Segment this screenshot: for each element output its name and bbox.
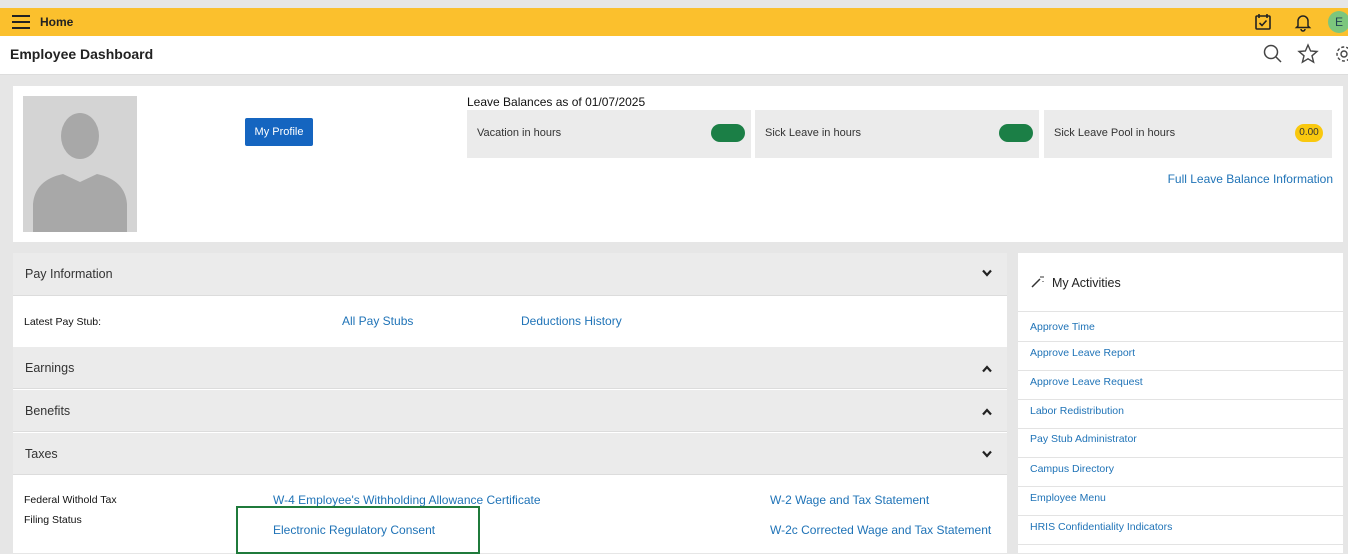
earnings-header[interactable]: Earnings bbox=[13, 347, 1007, 389]
home-link[interactable]: Home bbox=[40, 15, 73, 29]
activity-item[interactable]: Approve Leave Report bbox=[1018, 341, 1343, 371]
my-activities-title: My Activities bbox=[1052, 276, 1121, 290]
profile-panel: My Profile Leave Balances as of 01/07/20… bbox=[13, 86, 1343, 242]
full-leave-balance-link[interactable]: Full Leave Balance Information bbox=[1168, 172, 1333, 186]
activity-item[interactable]: Labor Redistribution bbox=[1018, 399, 1343, 429]
activity-link[interactable]: Campus Directory bbox=[1030, 463, 1114, 475]
user-avatar[interactable]: E bbox=[1328, 11, 1348, 33]
activity-item[interactable]: Campus Directory bbox=[1018, 457, 1343, 487]
activity-link[interactable]: Approve Leave Report bbox=[1030, 347, 1135, 359]
bell-icon[interactable] bbox=[1293, 12, 1313, 32]
activity-item[interactable]: Pay Stub Administrator bbox=[1018, 428, 1343, 458]
my-profile-button[interactable]: My Profile bbox=[245, 118, 313, 146]
leave-card-sick-pool: Sick Leave Pool in hours 0.00 bbox=[1044, 110, 1332, 158]
all-pay-stubs-link[interactable]: All Pay Stubs bbox=[342, 314, 413, 328]
activity-item[interactable]: Approve Time bbox=[1018, 312, 1343, 342]
pay-information-header[interactable]: Pay Information bbox=[13, 253, 1007, 296]
title-bar: Employee Dashboard bbox=[0, 36, 1348, 75]
leave-value-badge bbox=[711, 124, 745, 142]
leave-label: Vacation in hours bbox=[477, 127, 562, 139]
activity-item[interactable]: Employee Menu bbox=[1018, 486, 1343, 516]
w2-statement-link[interactable]: W-2 Wage and Tax Statement bbox=[770, 493, 929, 507]
activity-link[interactable]: HRIS Confidentiality Indicators bbox=[1030, 521, 1172, 533]
section-title: Benefits bbox=[25, 404, 71, 418]
benefits-header[interactable]: Benefits bbox=[13, 390, 1007, 432]
federal-withold-tax-label: Federal Withold Tax bbox=[24, 494, 117, 506]
leave-value-badge: 0.00 bbox=[1295, 124, 1323, 142]
activity-link[interactable]: Labor Redistribution bbox=[1030, 405, 1124, 417]
my-activities-panel: My Activities Approve Time Approve Leave… bbox=[1018, 253, 1343, 553]
page-title: Employee Dashboard bbox=[10, 46, 154, 62]
leave-balances-title: Leave Balances as of 01/07/2025 bbox=[467, 95, 646, 109]
star-icon[interactable] bbox=[1297, 43, 1319, 65]
activity-link[interactable]: Pay Stub Administrator bbox=[1030, 433, 1137, 445]
leave-label: Sick Leave Pool in hours bbox=[1054, 127, 1176, 139]
activity-link[interactable]: Approve Leave Request bbox=[1030, 376, 1143, 388]
filing-status-label: Filing Status bbox=[24, 514, 82, 526]
chevron-up-icon[interactable] bbox=[981, 363, 993, 375]
activity-link[interactable]: Employee Menu bbox=[1030, 492, 1106, 504]
hamburger-icon[interactable] bbox=[12, 15, 30, 29]
chevron-down-icon[interactable] bbox=[981, 448, 993, 460]
magic-wand-icon bbox=[1031, 276, 1044, 288]
leave-value-badge bbox=[999, 124, 1033, 142]
calendar-check-icon[interactable] bbox=[1253, 12, 1273, 32]
gear-icon[interactable] bbox=[1333, 43, 1348, 65]
pay-information-panel: Pay Information Latest Pay Stub: All Pay… bbox=[13, 253, 1007, 553]
latest-pay-stub-row: Latest Pay Stub: All Pay Stubs Deduction… bbox=[13, 296, 1007, 346]
chevron-up-icon[interactable] bbox=[981, 406, 993, 418]
activity-item[interactable]: HRIS Confidentiality Indicators bbox=[1018, 515, 1343, 545]
section-title: Earnings bbox=[25, 361, 75, 375]
search-icon[interactable] bbox=[1262, 43, 1284, 65]
my-activities-header: My Activities bbox=[1018, 253, 1343, 312]
activity-link[interactable]: Approve Time bbox=[1030, 321, 1095, 333]
deductions-history-link[interactable]: Deductions History bbox=[521, 314, 622, 328]
top-bar: Home E bbox=[0, 8, 1348, 36]
person-silhouette-icon bbox=[33, 113, 127, 232]
latest-pay-stub-label: Latest Pay Stub: bbox=[24, 316, 102, 328]
section-title: Taxes bbox=[25, 447, 58, 461]
section-title: Pay Information bbox=[25, 267, 113, 281]
w4-certificate-link[interactable]: W-4 Employee's Withholding Allowance Cer… bbox=[273, 493, 541, 507]
leave-card-sick: Sick Leave in hours bbox=[755, 110, 1039, 158]
profile-photo bbox=[23, 96, 137, 232]
leave-label: Sick Leave in hours bbox=[765, 127, 861, 139]
activity-item[interactable]: Approve Leave Request bbox=[1018, 370, 1343, 400]
chevron-down-icon[interactable] bbox=[981, 267, 993, 279]
leave-card-vacation: Vacation in hours bbox=[467, 110, 751, 158]
w2c-statement-link[interactable]: W-2c Corrected Wage and Tax Statement bbox=[770, 523, 991, 537]
taxes-header[interactable]: Taxes bbox=[13, 433, 1007, 475]
